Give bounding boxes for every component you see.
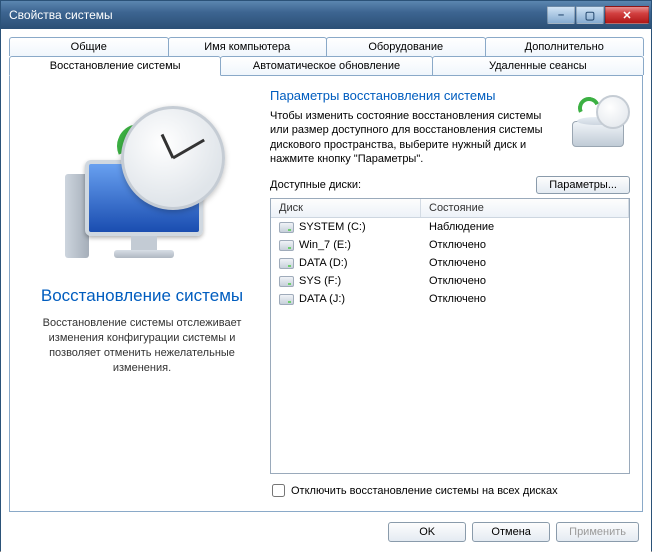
minimize-button[interactable]: – bbox=[547, 6, 575, 24]
col-state[interactable]: Состояние bbox=[421, 199, 629, 217]
clock-icon bbox=[121, 106, 225, 210]
drive-row[interactable]: SYS (F:) Отключено bbox=[271, 272, 629, 290]
disable-all-row[interactable]: Отключить восстановление системы на всех… bbox=[270, 482, 630, 499]
client-area: Общие Имя компьютера Оборудование Дополн… bbox=[1, 29, 651, 552]
ok-button[interactable]: OK bbox=[388, 522, 466, 542]
drives-listview[interactable]: Диск Состояние SYSTEM (C:) Наблюдение Win_… bbox=[270, 198, 630, 474]
drive-name: SYSTEM (C:) bbox=[299, 221, 366, 233]
tab-panel-system-restore: Восстановление системы Восстановление си… bbox=[9, 75, 643, 512]
window-title: Свойства системы bbox=[9, 8, 113, 22]
close-button[interactable]: ✕ bbox=[605, 6, 649, 24]
left-heading: Восстановление системы bbox=[26, 286, 258, 306]
drive-state: Отключено bbox=[429, 239, 486, 251]
disable-all-checkbox[interactable] bbox=[272, 484, 285, 497]
cancel-button[interactable]: Отмена bbox=[472, 522, 550, 542]
right-pane: Параметры восстановления системы Чтобы и… bbox=[270, 88, 630, 499]
disable-all-label: Отключить восстановление системы на всех… bbox=[291, 485, 558, 497]
drive-icon bbox=[279, 294, 294, 305]
drive-name: Win_7 (E:) bbox=[299, 239, 351, 251]
drive-name: DATA (D:) bbox=[299, 257, 347, 269]
tab-system-restore[interactable]: Восстановление системы bbox=[9, 56, 221, 76]
drive-row[interactable]: DATA (D:) Отключено bbox=[271, 254, 629, 272]
col-disk[interactable]: Диск bbox=[271, 199, 421, 217]
drive-state: Наблюдение bbox=[429, 221, 494, 233]
drive-settings-button[interactable]: Параметры... bbox=[536, 176, 630, 194]
tab-hardware[interactable]: Оборудование bbox=[326, 37, 486, 56]
drive-icon bbox=[279, 258, 294, 269]
available-drives-label: Доступные диски: bbox=[270, 179, 361, 191]
tab-auto-updates[interactable]: Автоматическое обновление bbox=[220, 56, 432, 75]
system-restore-illustration bbox=[57, 102, 227, 272]
tab-computer-name[interactable]: Имя компьютера bbox=[168, 37, 328, 56]
system-properties-window: Свойства системы – ▢ ✕ Общие Имя компьют… bbox=[0, 0, 652, 551]
dialog-footer: OK Отмена Применить bbox=[9, 512, 643, 542]
drive-icon bbox=[279, 222, 294, 233]
tab-strip: Общие Имя компьютера Оборудование Дополн… bbox=[9, 37, 643, 75]
window-buttons: – ▢ ✕ bbox=[547, 6, 649, 24]
drive-state: Отключено bbox=[429, 257, 486, 269]
settings-description: Чтобы изменить состояние восстановления … bbox=[270, 109, 630, 166]
drive-row[interactable]: Win_7 (E:) Отключено bbox=[271, 236, 629, 254]
apply-button[interactable]: Применить bbox=[556, 522, 639, 542]
drive-row[interactable]: SYSTEM (C:) Наблюдение bbox=[271, 218, 629, 236]
drive-row[interactable]: DATA (J:) Отключено bbox=[271, 290, 629, 308]
drive-icon bbox=[279, 276, 294, 287]
left-pane: Восстановление системы Восстановление си… bbox=[22, 88, 262, 499]
tab-general[interactable]: Общие bbox=[9, 37, 169, 56]
drive-state: Отключено bbox=[429, 275, 486, 287]
titlebar[interactable]: Свойства системы – ▢ ✕ bbox=[1, 1, 651, 29]
drive-icon bbox=[279, 240, 294, 251]
maximize-button[interactable]: ▢ bbox=[576, 6, 604, 24]
listview-header[interactable]: Диск Состояние bbox=[271, 199, 629, 218]
drive-restore-icon bbox=[566, 95, 630, 153]
drive-name: DATA (J:) bbox=[299, 293, 345, 305]
drive-state: Отключено bbox=[429, 293, 486, 305]
tab-advanced[interactable]: Дополнительно bbox=[485, 37, 645, 56]
left-description: Восстановление системы отслеживает измен… bbox=[26, 316, 258, 375]
drive-name: SYS (F:) bbox=[299, 275, 341, 287]
tab-remote[interactable]: Удаленные сеансы bbox=[432, 56, 644, 75]
